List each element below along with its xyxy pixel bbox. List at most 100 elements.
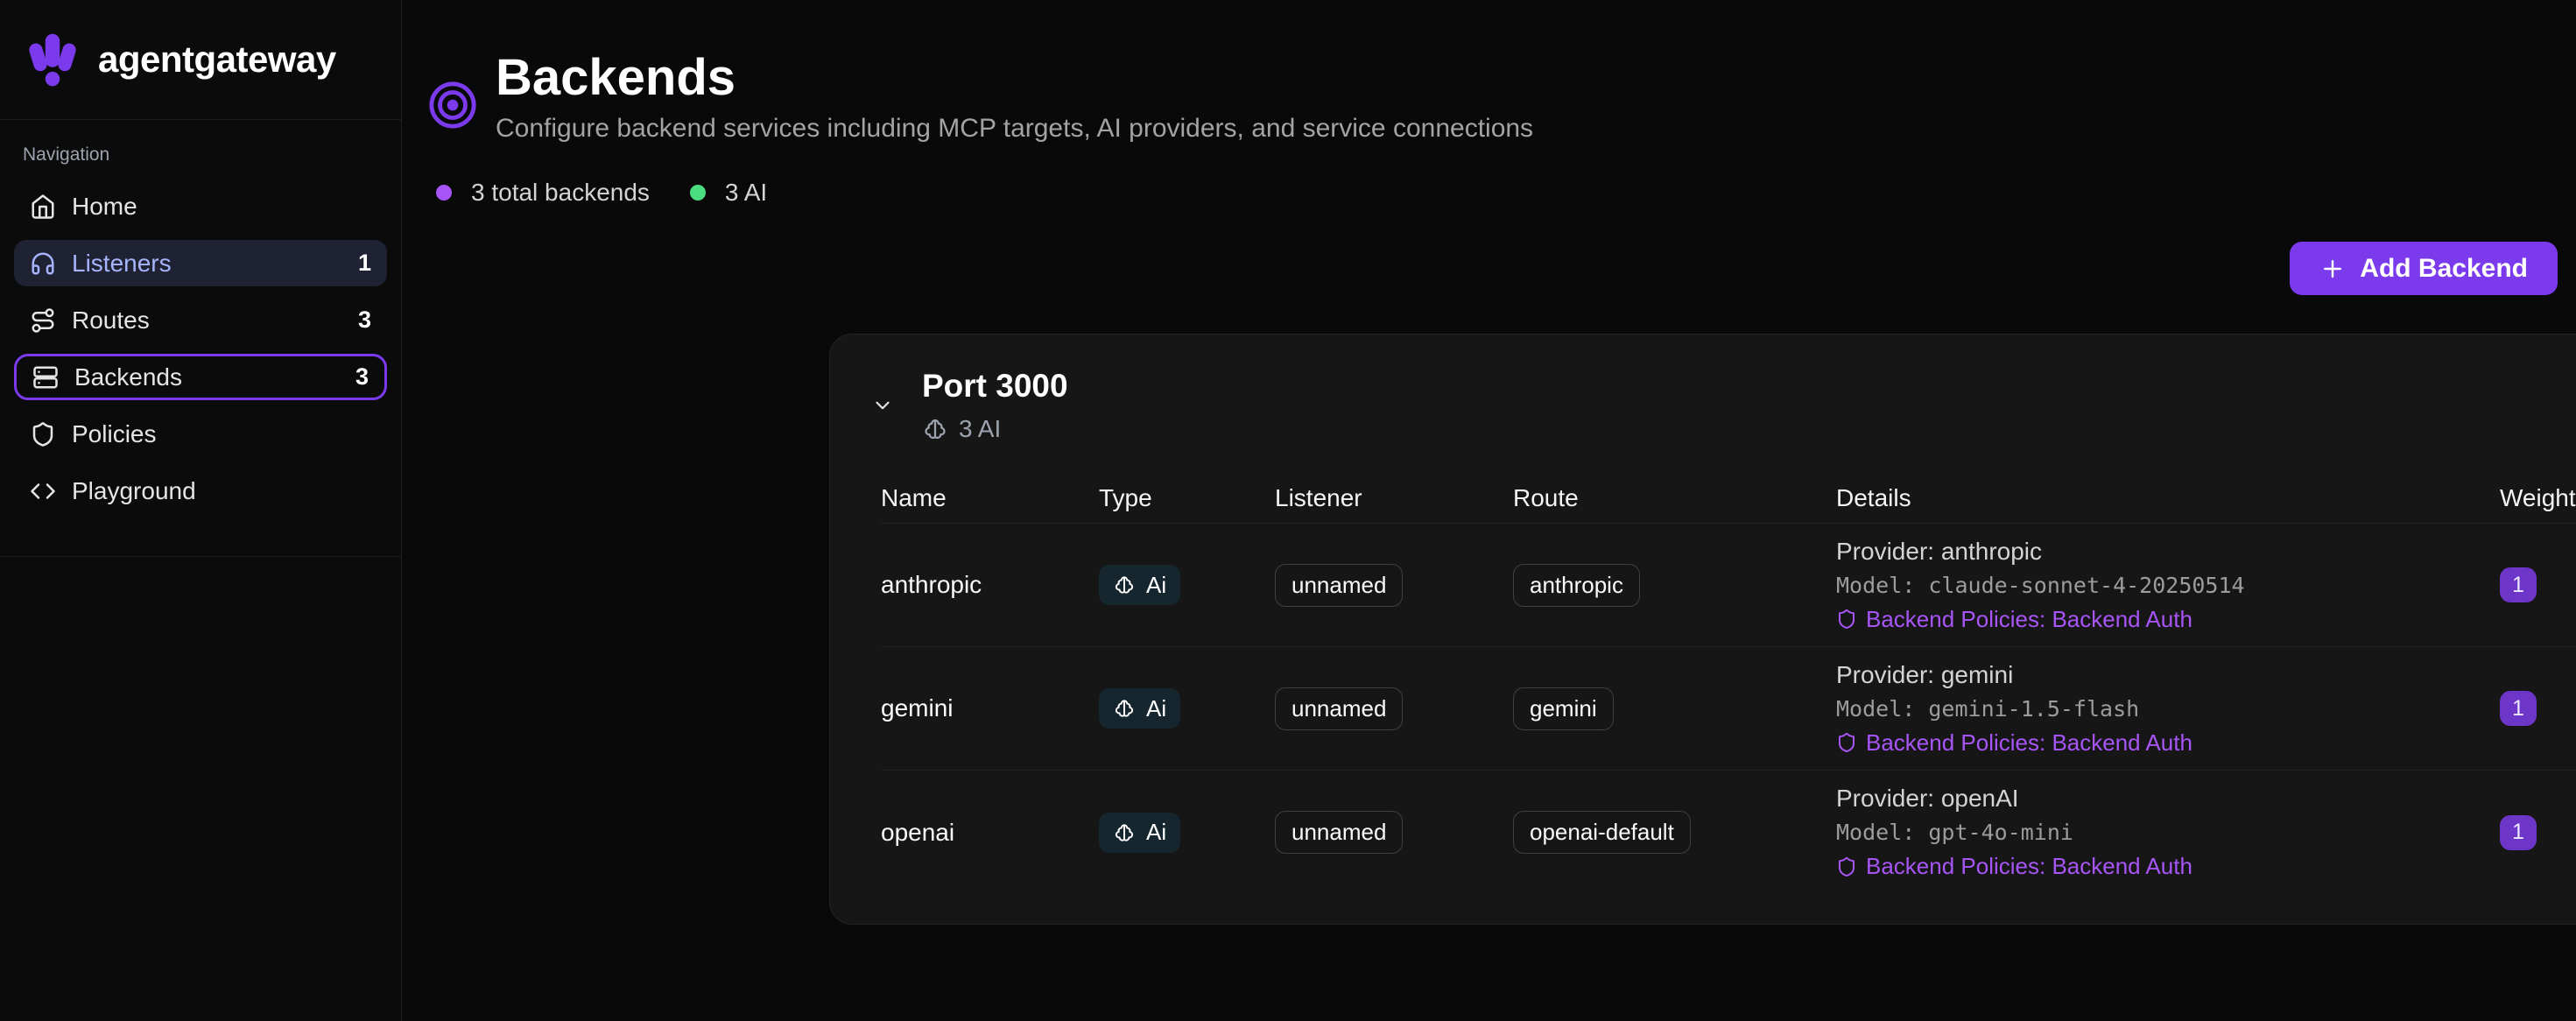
model-text: Model: gemini-1.5-flash xyxy=(1836,692,2500,726)
sidebar: agentgateway Navigation Home xyxy=(0,0,402,1021)
sidebar-item-label: Playground xyxy=(72,477,196,505)
main-content: Backends Configure backend services incl… xyxy=(402,0,2576,1021)
shield-icon xyxy=(1836,856,1857,877)
backend-policies-link: Backend Policies: Backend Auth xyxy=(1836,602,2500,637)
backends-table: Name Type Listener Route Details Weight … xyxy=(871,473,2576,894)
code-icon xyxy=(30,478,56,504)
stat-total-backends: 3 total backends xyxy=(436,179,650,207)
stat-ai: 3 AI xyxy=(690,179,767,207)
sidebar-item-label: Backends xyxy=(74,363,182,391)
brain-icon xyxy=(1113,821,1136,844)
card-subtitle-text: 3 AI xyxy=(959,415,1001,443)
stat-label: 3 total backends xyxy=(471,179,650,207)
headphones-icon xyxy=(30,250,56,277)
shield-icon xyxy=(1836,732,1857,753)
details-cell: Provider: gemini Model: gemini-1.5-flash… xyxy=(1836,658,2500,760)
page-title: Backends xyxy=(496,47,1533,109)
plus-icon xyxy=(2319,256,2346,282)
column-header-weight: Weight xyxy=(2500,484,2576,512)
green-dot-icon xyxy=(690,185,706,201)
table-row: gemini Ai unnamed gemini Provider: gemin… xyxy=(881,647,2576,771)
brain-icon xyxy=(922,416,948,442)
backend-name: gemini xyxy=(881,694,1099,722)
brand-logo[interactable]: agentgateway xyxy=(0,0,401,120)
weight-badge: 1 xyxy=(2500,691,2537,726)
page-header: Backends Configure backend services incl… xyxy=(427,47,2558,144)
type-badge-ai: Ai xyxy=(1099,565,1180,605)
type-label: Ai xyxy=(1146,572,1166,599)
details-cell: Provider: anthropic Model: claude-sonnet… xyxy=(1836,534,2500,637)
navigation-label: Navigation xyxy=(14,144,387,165)
sidebar-item-count: 3 xyxy=(355,363,369,391)
card-header: Port 3000 3 AI 3 backends xyxy=(871,368,2576,443)
table-row: anthropic Ai unnamed anthropic Provider:… xyxy=(881,524,2576,647)
sidebar-item-backends[interactable]: Backends 3 xyxy=(14,354,387,400)
weight-badge: 1 xyxy=(2500,567,2537,602)
brain-icon xyxy=(1113,697,1136,720)
details-cell: Provider: openAI Model: gpt-4o-mini Back… xyxy=(1836,781,2500,884)
home-icon xyxy=(30,194,56,220)
policies-text: Backend Policies: Backend Auth xyxy=(1866,602,2192,637)
page-subtitle: Configure backend services including MCP… xyxy=(496,114,1533,144)
stat-label: 3 AI xyxy=(725,179,767,207)
brain-icon xyxy=(1113,574,1136,596)
type-label: Ai xyxy=(1146,695,1166,722)
backend-name: anthropic xyxy=(881,571,1099,599)
port-3000-card: Port 3000 3 AI 3 backends Name Type xyxy=(829,334,2576,925)
model-text: Model: gpt-4o-mini xyxy=(1836,815,2500,849)
sidebar-item-policies[interactable]: Policies xyxy=(14,411,387,457)
listener-badge: unnamed xyxy=(1275,811,1403,854)
column-header-details: Details xyxy=(1836,484,2500,512)
column-header-type: Type xyxy=(1099,484,1275,512)
sidebar-item-label: Listeners xyxy=(72,250,172,278)
policies-text: Backend Policies: Backend Auth xyxy=(1866,726,2192,760)
agentgateway-logo-icon xyxy=(25,29,81,91)
backend-name: openai xyxy=(881,819,1099,847)
server-icon xyxy=(32,364,59,391)
navigation-section: Navigation Home Listeners 1 xyxy=(0,120,401,557)
listener-badge: unnamed xyxy=(1275,687,1403,730)
route-badge: anthropic xyxy=(1513,564,1640,607)
sidebar-item-count: 3 xyxy=(358,306,371,334)
route-badge: openai-default xyxy=(1513,811,1691,854)
column-header-listener: Listener xyxy=(1275,484,1513,512)
card-subtitle: 3 AI xyxy=(922,415,1068,443)
add-backend-button[interactable]: Add Backend xyxy=(2290,242,2558,295)
provider-text: Provider: anthropic xyxy=(1836,534,2500,568)
type-label: Ai xyxy=(1146,819,1166,846)
sidebar-item-label: Home xyxy=(72,193,137,221)
shield-icon xyxy=(1836,609,1857,630)
weight-badge: 1 xyxy=(2500,815,2537,850)
purple-dot-icon xyxy=(436,185,452,201)
chevron-down-icon xyxy=(871,394,894,417)
sidebar-item-label: Routes xyxy=(72,306,150,334)
app-window: agentgateway Navigation Home xyxy=(0,0,2576,1021)
sidebar-item-label: Policies xyxy=(72,420,156,448)
provider-text: Provider: gemini xyxy=(1836,658,2500,692)
column-header-name: Name xyxy=(881,484,1099,512)
table-header-row: Name Type Listener Route Details Weight … xyxy=(881,473,2576,524)
policies-text: Backend Policies: Backend Auth xyxy=(1866,849,2192,884)
card-title: Port 3000 xyxy=(922,368,1068,405)
collapse-chevron-button[interactable] xyxy=(871,394,894,417)
route-badge: gemini xyxy=(1513,687,1614,730)
sidebar-item-count: 1 xyxy=(358,250,371,277)
sidebar-item-routes[interactable]: Routes 3 xyxy=(14,297,387,343)
column-header-route: Route xyxy=(1513,484,1836,512)
route-icon xyxy=(30,307,56,334)
shield-icon xyxy=(30,421,56,447)
stats-row: 3 total backends 3 AI xyxy=(427,179,2558,207)
sidebar-item-home[interactable]: Home xyxy=(14,183,387,229)
table-row: openai Ai unnamed openai-default Provide… xyxy=(881,771,2576,894)
type-badge-ai: Ai xyxy=(1099,688,1180,729)
sidebar-item-playground[interactable]: Playground xyxy=(14,468,387,514)
add-backend-label: Add Backend xyxy=(2360,254,2528,284)
provider-text: Provider: openAI xyxy=(1836,781,2500,815)
backend-policies-link: Backend Policies: Backend Auth xyxy=(1836,849,2500,884)
brand-name: agentgateway xyxy=(98,39,336,81)
model-text: Model: claude-sonnet-4-20250514 xyxy=(1836,568,2500,602)
bullseye-icon xyxy=(427,80,478,130)
listener-badge: unnamed xyxy=(1275,564,1403,607)
sidebar-item-listeners[interactable]: Listeners 1 xyxy=(14,240,387,286)
backend-policies-link: Backend Policies: Backend Auth xyxy=(1836,726,2500,760)
